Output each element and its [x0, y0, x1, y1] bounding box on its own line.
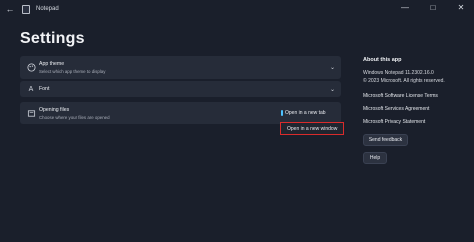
close-button[interactable]: ✕	[456, 3, 466, 12]
app-theme-label: App theme	[39, 61, 65, 67]
font-setting[interactable]: A Font ⌄	[20, 81, 341, 97]
help-button[interactable]: Help	[363, 152, 387, 164]
about-section: About this app Windows Notepad 11.2302.1…	[363, 57, 473, 84]
page-title: Settings	[20, 30, 85, 47]
privacy-statement-link[interactable]: Microsoft Privacy Statement	[363, 119, 425, 125]
window-controls: — □ ✕	[400, 3, 466, 12]
font-label: Font	[39, 86, 50, 92]
app-theme-description: Select which app theme to display	[39, 69, 106, 74]
palette-icon	[25, 62, 37, 74]
send-feedback-button[interactable]: Send feedback	[363, 134, 408, 146]
option-new-tab[interactable]: Open in a new tab	[279, 107, 345, 119]
option-new-window[interactable]: Open in a new window	[280, 122, 344, 135]
font-icon: A	[28, 85, 34, 93]
app-theme-setting[interactable]: App theme Select which app theme to disp…	[20, 56, 341, 79]
license-terms-link[interactable]: Microsoft Software License Terms	[363, 93, 438, 99]
title-bar: ← Notepad — □ ✕	[0, 0, 474, 18]
notepad-app-icon	[22, 4, 30, 14]
maximize-button[interactable]: □	[428, 3, 438, 12]
minimize-button[interactable]: —	[400, 3, 410, 12]
opening-files-description: Choose where your files are opened	[39, 114, 110, 120]
chevron-down-icon[interactable]: ⌄	[330, 86, 335, 93]
app-version: Windows Notepad 11.2302.16.0	[363, 70, 434, 76]
opening-files-label: Opening files	[39, 106, 70, 113]
back-arrow-icon[interactable]: ←	[3, 2, 17, 16]
chevron-down-icon[interactable]: ⌄	[330, 64, 335, 71]
services-agreement-link[interactable]: Microsoft Services Agreement	[363, 106, 429, 112]
open-file-icon	[25, 107, 37, 119]
copyright-text: © 2023 Microsoft. All rights reserved.	[363, 78, 445, 84]
window-title: Notepad	[36, 6, 59, 12]
about-heading: About this app	[363, 57, 402, 63]
opening-files-dropdown[interactable]: Open in a new tab Open in a new window	[279, 107, 347, 141]
